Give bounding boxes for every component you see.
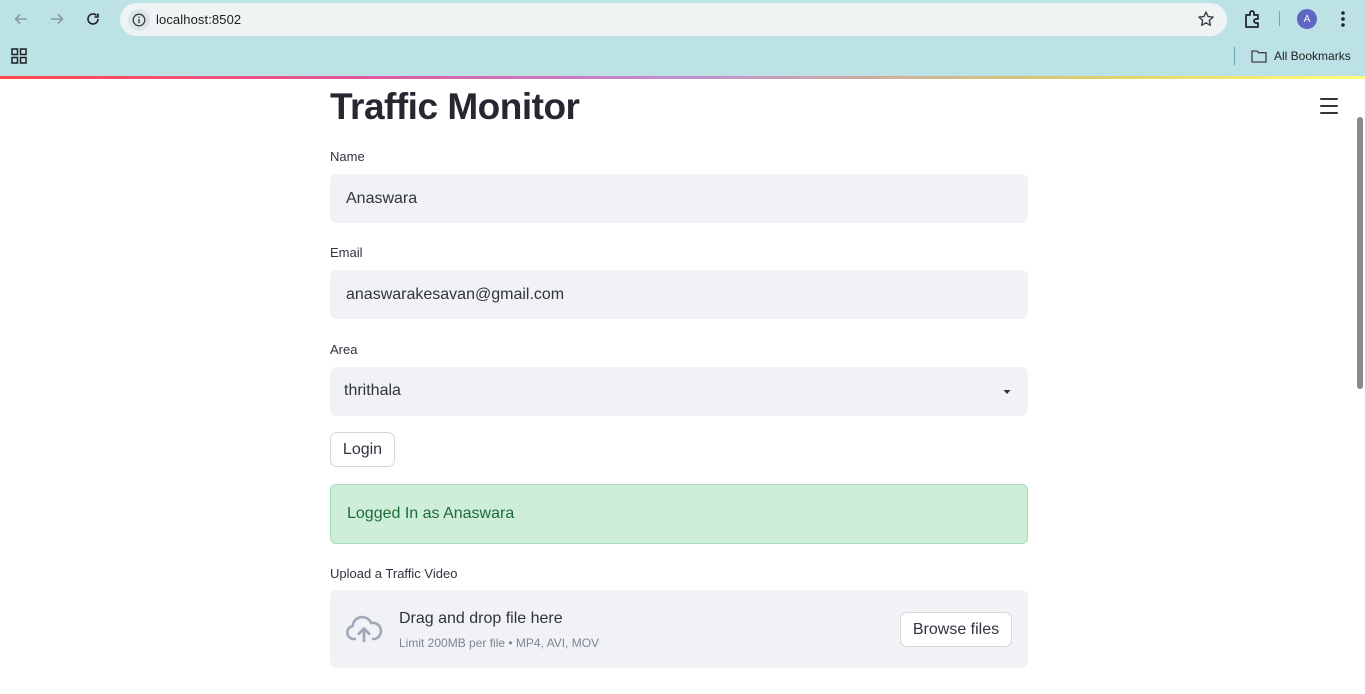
apps-grid-icon[interactable] xyxy=(11,48,27,64)
cloud-upload-icon xyxy=(346,615,383,643)
name-input[interactable] xyxy=(330,174,1028,223)
all-bookmarks-label: All Bookmarks xyxy=(1274,49,1351,63)
area-selected-value: thrithala xyxy=(344,382,401,399)
browser-menu-icon[interactable] xyxy=(1334,9,1352,29)
profile-avatar[interactable]: A xyxy=(1297,9,1317,29)
login-button[interactable]: Login xyxy=(330,432,395,467)
app-decoration-bar xyxy=(0,76,1365,79)
toolbar-separator xyxy=(1279,11,1280,26)
file-dropzone[interactable]: Drag and drop file here Limit 200MB per … xyxy=(330,590,1028,668)
folder-icon xyxy=(1251,50,1267,63)
back-button[interactable] xyxy=(9,7,33,31)
address-bar[interactable]: localhost:8502 xyxy=(120,3,1227,36)
site-info-icon[interactable] xyxy=(128,9,150,31)
dropzone-instructions: Drag and drop file here xyxy=(399,610,563,627)
chevron-down-icon xyxy=(1003,390,1011,394)
page-scrollbar[interactable] xyxy=(1357,117,1363,389)
bookmarks-separator xyxy=(1234,47,1235,65)
page-title: Traffic Monitor xyxy=(330,86,580,127)
all-bookmarks-button[interactable]: All Bookmarks xyxy=(1251,46,1351,66)
back-arrow-icon xyxy=(14,13,27,25)
extensions-icon[interactable] xyxy=(1242,8,1264,30)
name-label: Name xyxy=(330,149,365,164)
success-alert: Logged In as Anaswara xyxy=(330,484,1028,544)
upload-label: Upload a Traffic Video xyxy=(330,566,458,581)
forward-button[interactable] xyxy=(45,7,69,31)
success-alert-message: Logged In as Anaswara xyxy=(347,505,515,522)
email-label: Email xyxy=(330,245,363,260)
email-input[interactable] xyxy=(330,270,1028,319)
bookmark-star-icon[interactable] xyxy=(1197,10,1215,28)
reload-button[interactable] xyxy=(81,7,105,31)
url-text: localhost:8502 xyxy=(156,12,242,27)
area-label: Area xyxy=(330,342,358,357)
area-select[interactable]: thrithala xyxy=(330,367,1028,416)
browse-files-button[interactable]: Browse files xyxy=(900,612,1012,647)
forward-arrow-icon xyxy=(51,13,64,25)
main-menu-icon[interactable] xyxy=(1320,98,1338,114)
reload-icon xyxy=(87,13,99,25)
dropzone-limit-text: Limit 200MB per file • MP4, AVI, MOV xyxy=(399,636,600,650)
browser-toolbar: localhost:8502 A All Bookmarks xyxy=(0,0,1365,78)
